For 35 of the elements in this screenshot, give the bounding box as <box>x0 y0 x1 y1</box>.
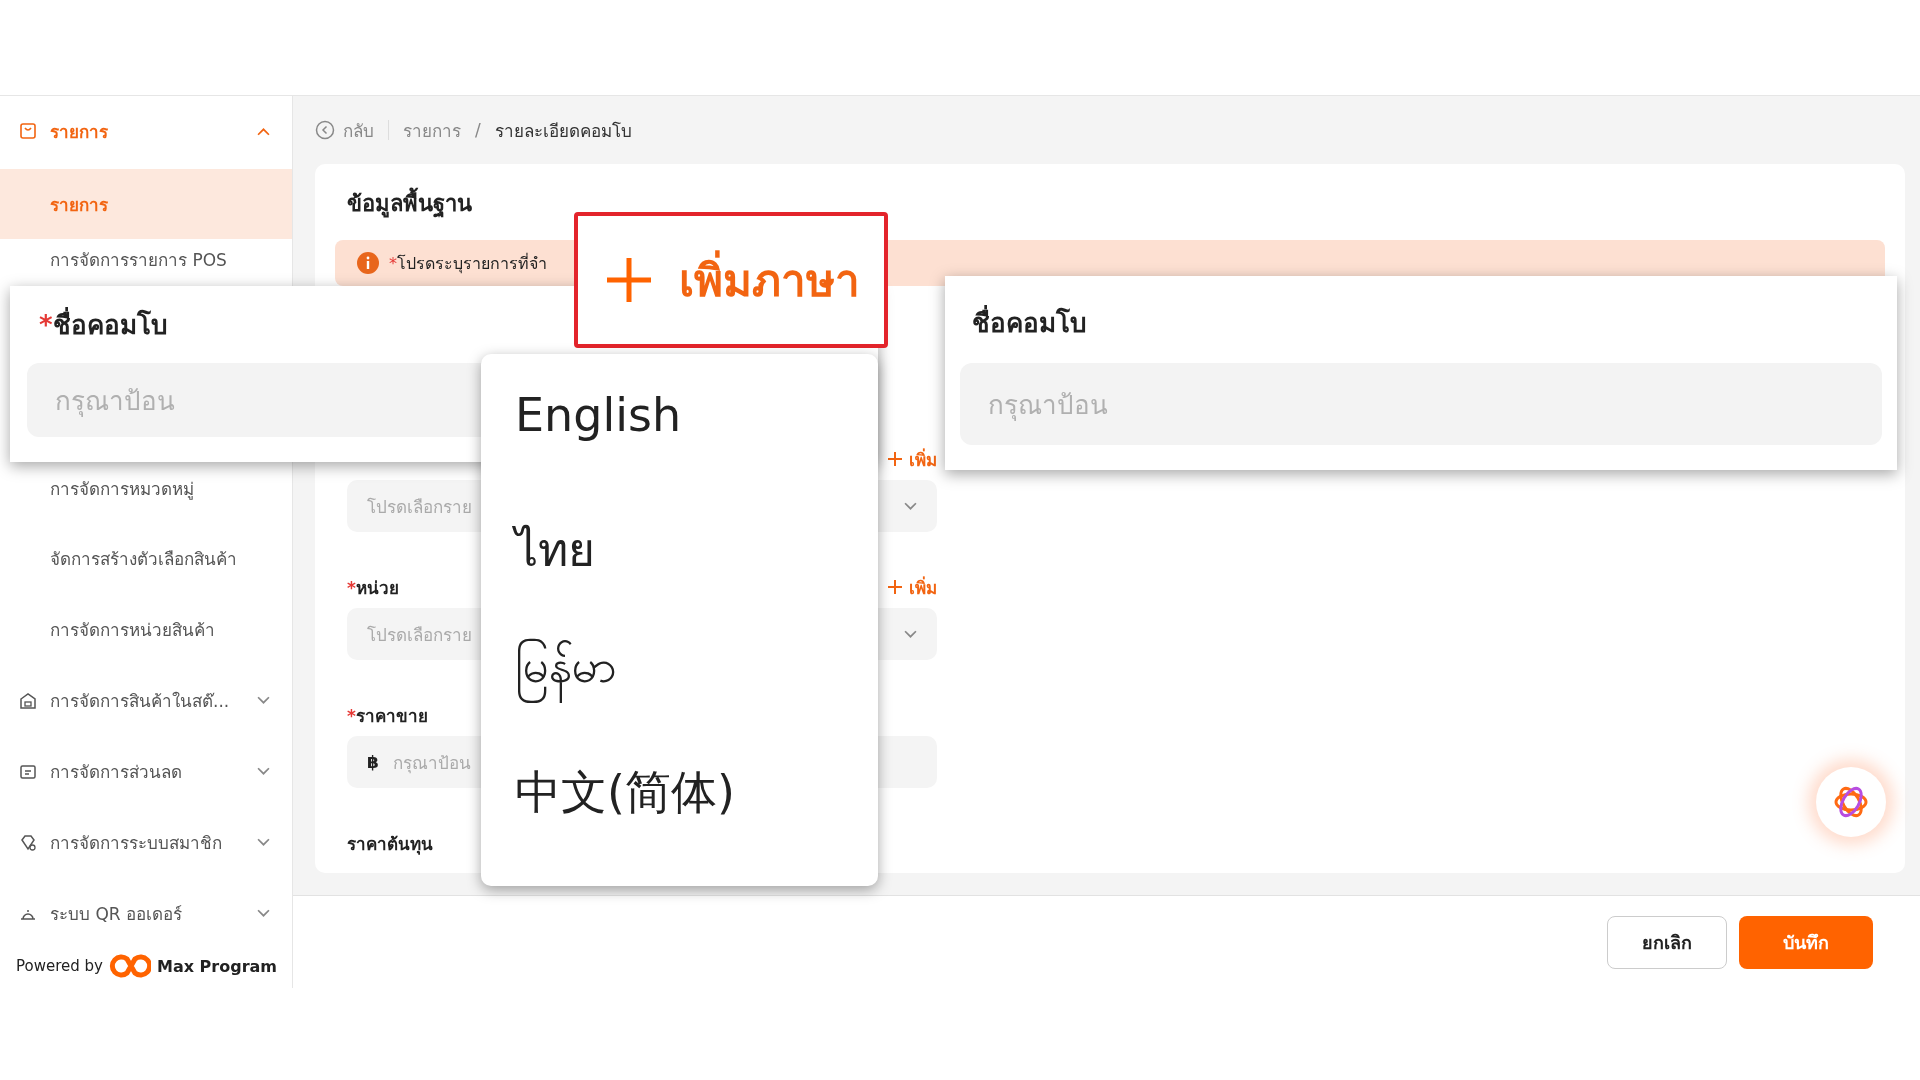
field-label: ชื่อคอมโบ <box>972 302 1882 343</box>
field-label: *หน่วย <box>347 577 399 598</box>
sidebar-item[interactable]: การจัดการหมวดหมู่ <box>0 465 292 511</box>
breadcrumb-item: รายละเอียดคอมโบ <box>494 119 632 143</box>
sidebar-item[interactable]: จัดการสร้างตัวเลือกสินค้า <box>0 523 292 594</box>
plus-icon <box>887 579 903 595</box>
chevron-icon <box>904 501 917 511</box>
logo-icon <box>108 953 151 979</box>
brand-name: Max Program <box>156 956 277 976</box>
field-label: *ราคาขาย <box>347 705 428 726</box>
back-icon <box>315 120 335 140</box>
sidebar-group[interactable]: การจัดการส่วนลด <box>0 736 292 807</box>
gem-icon <box>18 832 38 853</box>
language-option[interactable]: 中文(简体) <box>515 761 878 886</box>
sidebar-group-label: การจัดการสินค้าในสต๊... <box>50 690 231 713</box>
plus-icon <box>887 451 903 467</box>
sidebar-group[interactable]: ระบบ QR ออเดอร์ <box>0 878 292 949</box>
language-option[interactable]: မြန်မာ <box>515 637 878 762</box>
chevron-icon <box>904 629 917 639</box>
sidebar-item[interactable]: การจัดการหน่วยสินค้า <box>0 594 292 665</box>
breadcrumb-separator: / <box>475 120 481 140</box>
sidebar-group[interactable]: การจัดการระบบสมาชิก <box>0 807 292 878</box>
bag-icon <box>18 121 38 141</box>
sidebar-group-label: ระบบ QR ออเดอร์ <box>50 903 183 926</box>
powered-by-text: Powered by <box>16 957 103 975</box>
sidebar-group-label: การจัดการส่วนลด <box>50 761 183 784</box>
sidebar-group[interactable]: การจัดการสินค้าในสต๊... <box>0 665 292 736</box>
field-label: ราคาต้นทุน <box>347 833 433 854</box>
notice-text: *โปรดระบุรายการที่จำ <box>389 252 547 276</box>
sidebar-group-label: รายการ <box>50 120 109 144</box>
sidebar-group-label: การจัดการระบบสมาชิก <box>50 832 223 855</box>
cancel-button[interactable]: ยกเลิก <box>1607 915 1727 969</box>
sidebar-item[interactable]: การจัดการรายการ POS <box>0 239 292 279</box>
info-icon <box>357 252 379 274</box>
store-icon <box>18 690 38 711</box>
